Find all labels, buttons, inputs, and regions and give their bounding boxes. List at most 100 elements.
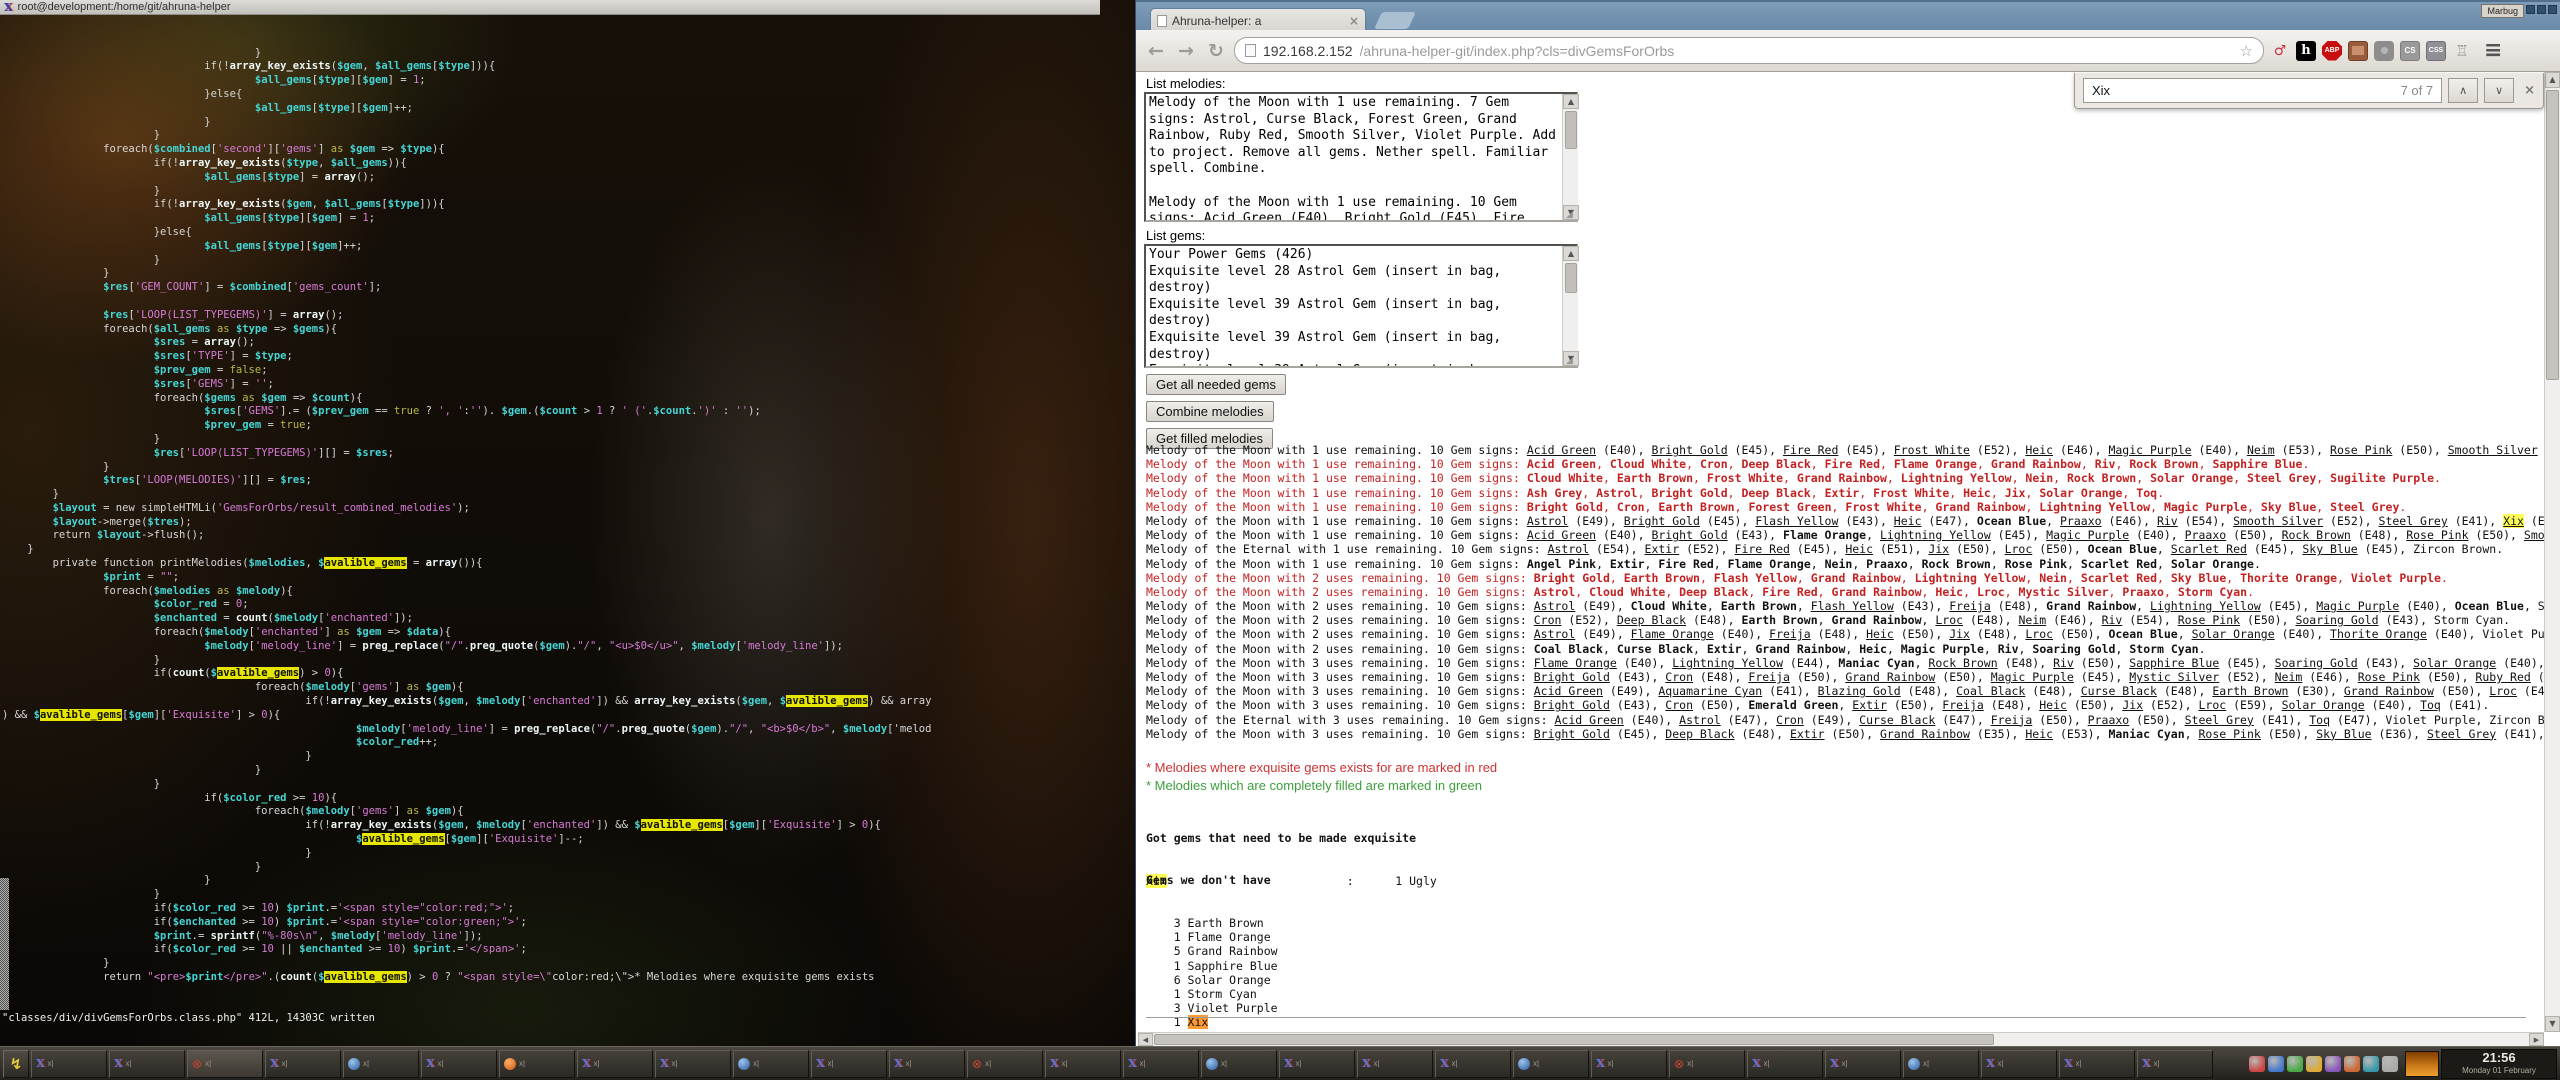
gem-link[interactable]: Jix: [1928, 542, 1949, 556]
tray-icon[interactable]: [2287, 1056, 2303, 1072]
task-button-xred[interactable]: ⊗x|: [187, 1050, 263, 1078]
gem-link[interactable]: Lightning Yellow: [1880, 528, 1991, 542]
task-button-xred[interactable]: ⊗x|: [1669, 1050, 1745, 1078]
gem-link[interactable]: Extir: [1852, 698, 1887, 712]
gem-link[interactable]: Heic: [2039, 698, 2067, 712]
gem-link[interactable]: Rose Pink: [2358, 670, 2420, 684]
gem-link[interactable]: Heic: [1894, 514, 1922, 528]
gem-link[interactable]: Toq: [2420, 698, 2441, 712]
menu-icon[interactable]: ≡: [2484, 41, 2502, 61]
tray-icon[interactable]: [2363, 1056, 2379, 1072]
gem-link[interactable]: Lroc: [2198, 698, 2226, 712]
tray-icon[interactable]: [2382, 1056, 2398, 1072]
extension-figure-icon[interactable]: ♂: [2270, 41, 2290, 61]
gem-link[interactable]: Heic: [2025, 443, 2053, 457]
gem-link[interactable]: Curse Black: [1859, 713, 1935, 727]
gem-link[interactable]: Grand Rainbow: [1880, 727, 1970, 741]
gem-link[interactable]: Heic: [1845, 542, 1873, 556]
tray-icon[interactable]: [2306, 1056, 2322, 1072]
task-button-xterm[interactable]: Xx|: [1357, 1050, 1433, 1078]
scroll-thumb[interactable]: [1565, 111, 1577, 149]
gem-link[interactable]: Neim: [2018, 613, 2046, 627]
gem-link[interactable]: Riv: [2053, 656, 2074, 670]
gem-link[interactable]: Smooth Silver: [2233, 514, 2323, 528]
tray-icon[interactable]: [2268, 1056, 2284, 1072]
task-button-globe[interactable]: x|: [343, 1050, 419, 1078]
gem-link[interactable]: Sapphire Blue: [2129, 656, 2219, 670]
gem-link[interactable]: Cron: [1665, 698, 1693, 712]
task-button-xterm[interactable]: Xx|: [421, 1050, 497, 1078]
terminal-titlebar[interactable]: X root@development:/home/git/ahruna-help…: [0, 0, 1100, 15]
gem-link[interactable]: Bright Gold: [1534, 698, 1610, 712]
gem-link[interactable]: Blazing Gold: [1818, 684, 1901, 698]
gem-link[interactable]: Astrol: [1534, 599, 1576, 613]
find-next-button[interactable]: ∨: [2484, 78, 2514, 103]
gem-link[interactable]: Solar Orange: [2192, 627, 2275, 641]
gem-link[interactable]: Bright Gold: [1534, 727, 1610, 741]
melodies-textarea-scrollbar[interactable]: ▲ ▼: [1562, 94, 1578, 220]
extension-h-icon[interactable]: h: [2296, 41, 2316, 61]
task-button-xterm[interactable]: Xx|: [811, 1050, 887, 1078]
gem-link[interactable]: Toq: [2309, 713, 2330, 727]
gem-link[interactable]: Extir: [1790, 727, 1825, 741]
terminal-scrollbar[interactable]: [0, 878, 9, 1010]
maximize-icon[interactable]: [2537, 5, 2546, 14]
combine-melodies-button[interactable]: Combine melodies: [1146, 401, 1274, 422]
gem-link[interactable]: Magic Purple: [2108, 443, 2191, 457]
gem-link[interactable]: Deep Black: [1617, 613, 1686, 627]
scroll-down-icon[interactable]: ▼: [2545, 1016, 2560, 1032]
find-previous-button[interactable]: ∧: [2448, 78, 2478, 103]
gem-link[interactable]: Riv: [2102, 613, 2123, 627]
gem-link[interactable]: Extir: [1645, 542, 1680, 556]
gem-link[interactable]: Rose Pink: [2330, 443, 2392, 457]
gem-link[interactable]: Magic Purple: [1991, 670, 2074, 684]
gem-link[interactable]: Bright Gold: [1651, 528, 1727, 542]
gem-link[interactable]: Freija: [1769, 627, 1811, 641]
gem-link[interactable]: Lroc: [2025, 627, 2053, 641]
gem-link[interactable]: Neim: [2247, 443, 2275, 457]
task-button-xterm[interactable]: Xx|: [1435, 1050, 1511, 1078]
gem-link[interactable]: Astrol: [1527, 514, 1569, 528]
browser-window[interactable]: Ahruna-helper: a × Marbug ← → ↻ 192.168.…: [1136, 0, 2560, 1046]
gem-link[interactable]: Jix: [2122, 698, 2143, 712]
gem-link[interactable]: Earth Brown: [2212, 684, 2288, 698]
gem-link[interactable]: Praaxo: [2185, 528, 2227, 542]
scroll-thumb[interactable]: [2546, 90, 2559, 380]
gem-link[interactable]: Soaring Gold: [2275, 656, 2358, 670]
task-button-xterm[interactable]: Xx|: [1591, 1050, 1667, 1078]
extension-crown-icon[interactable]: ♖: [2452, 41, 2472, 61]
tray-icon[interactable]: [2325, 1056, 2341, 1072]
new-tab-button[interactable]: [1374, 12, 1416, 29]
gem-link[interactable]: Acid Green: [1534, 684, 1603, 698]
terminal-body[interactable]: } if(!array_key_exists($gem, $all_gems[$…: [0, 16, 1100, 1046]
tray-icon[interactable]: [2249, 1056, 2265, 1072]
gem-link[interactable]: Lightning Yellow: [2150, 599, 2261, 613]
task-button-globe[interactable]: x|: [1513, 1050, 1589, 1078]
task-button-xterm[interactable]: Xx|: [1981, 1050, 2057, 1078]
extension-puzzle-icon[interactable]: [2374, 41, 2394, 61]
scroll-up-icon[interactable]: ▲: [1563, 94, 1579, 109]
gems-textarea-scrollbar[interactable]: ▲ ▼: [1562, 246, 1578, 366]
task-button-xterm[interactable]: Xx|: [577, 1050, 653, 1078]
gem-link[interactable]: Smooth Silver: [2448, 443, 2538, 457]
resize-grip-icon[interactable]: ◢: [1566, 210, 1577, 221]
gem-link[interactable]: Smooth Silver: [2524, 528, 2544, 542]
gem-link[interactable]: Neim: [2275, 670, 2303, 684]
gem-link[interactable]: Aquamarine Cyan: [1658, 684, 1762, 698]
gem-link[interactable]: Steel Grey: [2379, 514, 2448, 528]
gem-link[interactable]: Heic: [2025, 727, 2053, 741]
gem-link[interactable]: Bright Gold: [1624, 514, 1700, 528]
gem-link[interactable]: Mystic Silver: [2129, 670, 2219, 684]
find-bar[interactable]: Xix 7 of 7 ∧ ∨ ×: [2074, 73, 2544, 109]
gem-link[interactable]: Astrol: [1679, 713, 1721, 727]
gem-link[interactable]: Rose Pink: [2406, 528, 2468, 542]
gem-link[interactable]: Cron: [1665, 670, 1693, 684]
task-button-globe[interactable]: x|: [733, 1050, 809, 1078]
find-input[interactable]: Xix 7 of 7: [2083, 78, 2442, 103]
gem-link[interactable]: Cron: [1534, 613, 1562, 627]
task-button-xterm[interactable]: Xx|: [1747, 1050, 1823, 1078]
reload-button[interactable]: ↻: [1204, 40, 1228, 62]
extension-cs-icon[interactable]: CS: [2400, 41, 2420, 61]
gem-link[interactable]: Bright Gold: [1534, 670, 1610, 684]
scroll-up-icon[interactable]: ▲: [2545, 72, 2560, 88]
